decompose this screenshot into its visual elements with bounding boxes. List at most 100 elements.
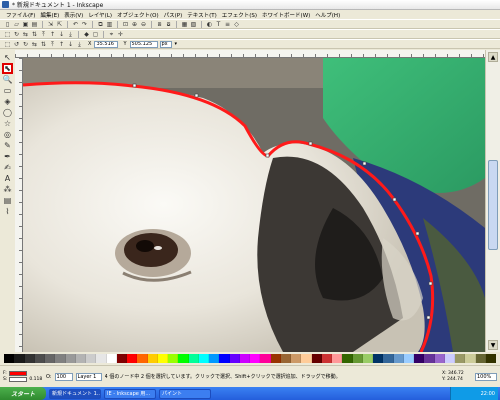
palette-swatch[interactable] (475, 354, 486, 363)
export-icon[interactable]: ⇱ (56, 21, 63, 28)
path-node[interactable] (362, 161, 367, 166)
palette-swatch[interactable] (75, 354, 86, 363)
palette-swatch[interactable] (116, 354, 127, 363)
ellipse-tool[interactable]: ◯ (2, 107, 13, 118)
spiral-tool[interactable]: ◎ (2, 129, 13, 140)
palette-swatch[interactable] (270, 354, 281, 363)
rotate-icon[interactable]: ↻ (13, 31, 20, 38)
palette-swatch[interactable] (301, 354, 312, 363)
save-icon[interactable]: ▣ (22, 21, 29, 28)
calligraphy-tool[interactable]: ✍ (2, 162, 13, 173)
menu-item[interactable]: エフェクト(S) (222, 11, 257, 19)
path-node[interactable] (132, 83, 137, 88)
stroke-swatch[interactable] (9, 377, 28, 382)
unit-select[interactable]: px (159, 40, 172, 48)
menu-item[interactable]: パス(P) (164, 11, 183, 19)
zoom-fit-icon[interactable]: ⊡ (122, 21, 129, 28)
import-icon[interactable]: ⇲ (47, 21, 54, 28)
palette-swatch[interactable] (65, 354, 76, 363)
spray-tool[interactable]: ⁂ (2, 184, 13, 195)
clone-icon[interactable]: ⧇ (165, 21, 172, 28)
palette-swatch[interactable] (291, 354, 302, 363)
y-coordinate-field[interactable] (129, 40, 158, 48)
raise-top-icon[interactable]: ⤒ (40, 31, 47, 38)
taskbar-item[interactable]: パイント (159, 388, 211, 399)
menu-item[interactable]: ヘルプ(H) (315, 11, 340, 19)
zoom-in-icon[interactable]: ⊕ (131, 21, 138, 28)
palette-swatch[interactable] (424, 354, 435, 363)
raise-icon[interactable]: ↑ (58, 41, 65, 48)
palette-swatch[interactable] (55, 354, 66, 363)
palette-swatch[interactable] (373, 354, 384, 363)
taskbar-item[interactable]: IE - Inkscape 用... (104, 388, 156, 399)
select-all-in-layer-icon[interactable]: ⬚ (4, 41, 11, 48)
align-icon[interactable]: ≡ (224, 21, 231, 28)
palette-swatch[interactable] (24, 354, 35, 363)
palette-swatch[interactable] (383, 354, 394, 363)
gradient-tool[interactable]: ▤ (2, 195, 13, 206)
palette-swatch[interactable] (465, 354, 476, 363)
palette-swatch[interactable] (311, 354, 322, 363)
palette-swatch[interactable] (362, 354, 373, 363)
path-node[interactable] (426, 315, 431, 320)
path-node[interactable] (392, 197, 397, 202)
palette-swatch[interactable] (321, 354, 332, 363)
path-node[interactable] (308, 141, 313, 146)
horizontal-ruler[interactable] (15, 50, 485, 58)
palette-swatch[interactable] (332, 354, 343, 363)
menu-item[interactable]: オブジェクト(O) (117, 11, 159, 19)
palette-swatch[interactable] (4, 354, 15, 363)
palette-swatch[interactable] (403, 354, 414, 363)
scrollbar-thumb[interactable] (488, 160, 498, 250)
text-icon[interactable]: T (215, 21, 222, 28)
lower-bottom-icon[interactable]: ⤓ (67, 31, 74, 38)
rotate-90-ccw-icon[interactable]: ↺ (13, 41, 20, 48)
rotate-90-cw-icon[interactable]: ↻ (22, 41, 29, 48)
palette-swatch[interactable] (229, 354, 240, 363)
xml-editor-icon[interactable]: ◇ (233, 21, 240, 28)
select-all-icon[interactable]: ⬚ (4, 31, 11, 38)
print-icon[interactable]: ▤ (31, 21, 38, 28)
vertical-scrollbar[interactable]: ▲ ▼ (485, 50, 500, 352)
drawing-canvas[interactable] (23, 58, 485, 352)
node-tool[interactable]: ⬉ (2, 63, 13, 74)
snap-nodes-icon[interactable]: ✛ (117, 31, 124, 38)
selector-tool[interactable]: ↖ (2, 52, 13, 63)
open-icon[interactable]: ▱ (13, 21, 20, 28)
palette-swatch[interactable] (485, 354, 496, 363)
palette-swatch[interactable] (414, 354, 425, 363)
group-icon[interactable]: ▦ (181, 21, 188, 28)
palette-swatch[interactable] (280, 354, 291, 363)
pencil-tool[interactable]: ✎ (2, 140, 13, 151)
palette-swatch[interactable] (147, 354, 158, 363)
lower-to-bottom-icon[interactable]: ⤓ (76, 41, 83, 48)
flip-v-icon[interactable]: ⇅ (31, 31, 38, 38)
palette-swatch[interactable] (34, 354, 45, 363)
palette-swatch[interactable] (219, 354, 230, 363)
title-bar[interactable]: * 新規ドキュメント 1 - Inkscape (0, 0, 500, 10)
zoom-tool[interactable]: 🔍 (2, 74, 13, 85)
menu-item[interactable]: レイヤ(L) (88, 11, 112, 19)
palette-swatch[interactable] (260, 354, 271, 363)
paste-icon[interactable]: ▥ (106, 21, 113, 28)
menu-item[interactable]: テキスト(T) (187, 11, 217, 19)
zoom-out-icon[interactable]: ⊖ (140, 21, 147, 28)
palette-swatch[interactable] (96, 354, 107, 363)
new-icon[interactable]: ▯ (4, 21, 11, 28)
palette-swatch[interactable] (106, 354, 117, 363)
lower-icon[interactable]: ↓ (58, 31, 65, 38)
flip-horizontal-icon[interactable]: ⇆ (31, 41, 38, 48)
fill-swatch[interactable] (8, 371, 27, 376)
menu-item[interactable]: 表示(V) (64, 11, 83, 19)
3d-box-tool[interactable]: ◈ (2, 96, 13, 107)
palette-swatch[interactable] (352, 354, 363, 363)
chevron-down-icon[interactable]: ▾ (175, 41, 178, 47)
taskbar-item[interactable]: 新規ドキュメント 1... (49, 388, 101, 399)
palette-swatch[interactable] (342, 354, 353, 363)
palette-swatch[interactable] (250, 354, 261, 363)
palette-swatch[interactable] (209, 354, 220, 363)
opacity-field[interactable] (54, 372, 73, 381)
menu-item[interactable]: ファイル(F) (6, 11, 35, 19)
scroll-up-icon[interactable]: ▲ (488, 52, 498, 62)
text-tool[interactable]: A (2, 173, 13, 184)
